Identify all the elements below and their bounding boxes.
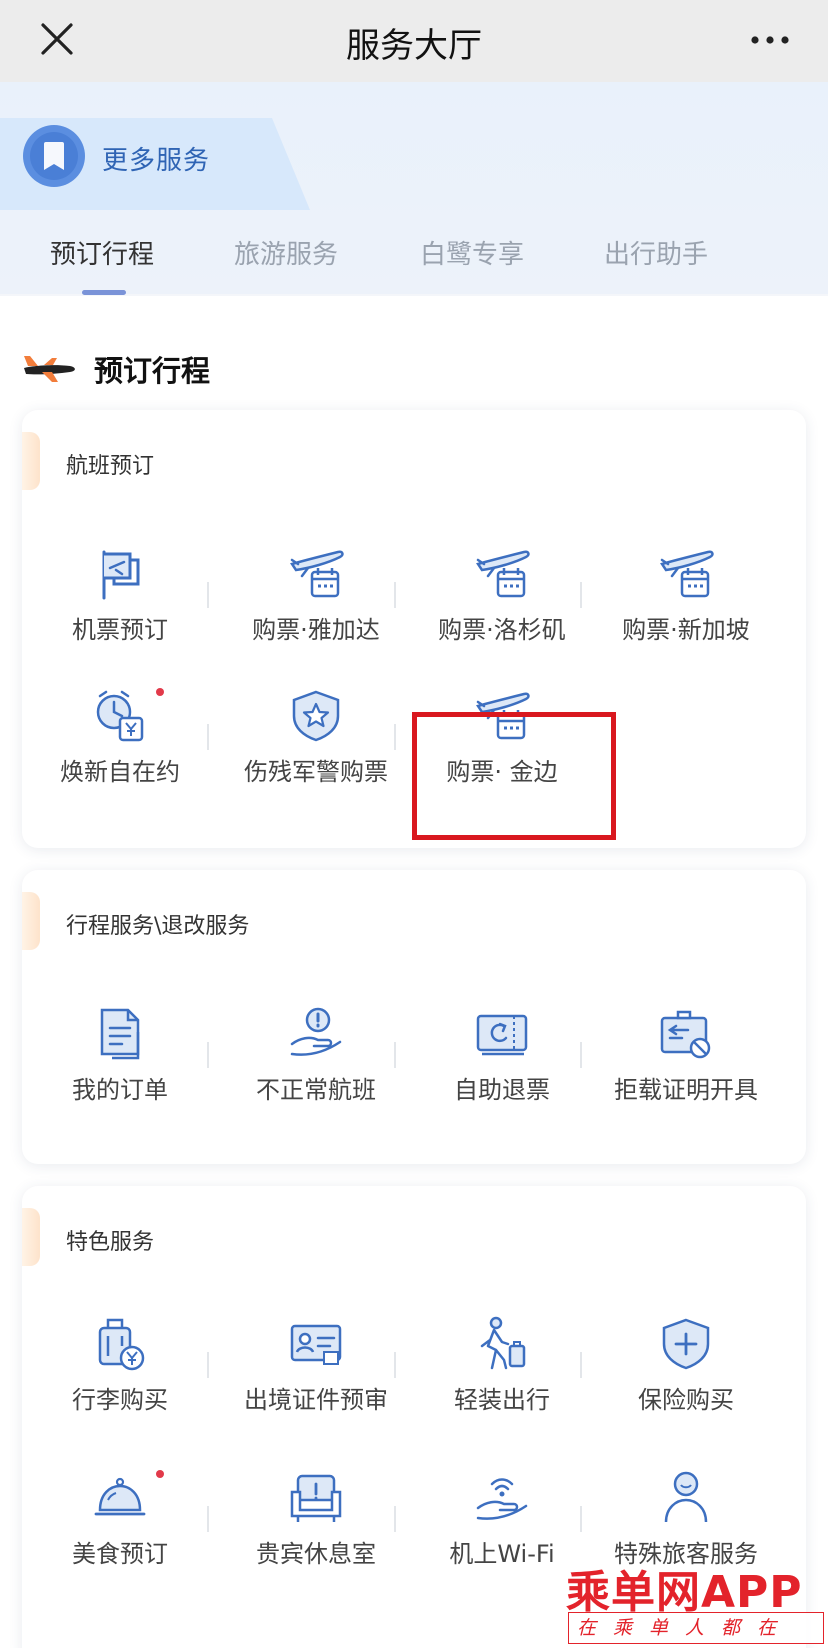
exit-document-precheck-item[interactable]: 出境证件预审 <box>218 1316 414 1426</box>
disabled-military-ticket-item[interactable]: 伤残军警购票 <box>218 688 414 798</box>
divider <box>394 724 396 750</box>
item-label: 购票·洛杉矶 <box>438 616 566 644</box>
divider <box>207 582 209 608</box>
airplane-icon <box>24 356 75 382</box>
card-title: 航班预订 <box>66 454 155 479</box>
shield-plus-icon <box>662 1318 710 1370</box>
more-options-icon[interactable] <box>750 30 790 50</box>
tab-bar: 预订行程 旅游服务 白鹭专享 出行助手 <box>0 208 828 294</box>
self-refund-item[interactable]: 自助退票 <box>404 1006 600 1116</box>
divider <box>580 1506 582 1532</box>
item-label: 美食预订 <box>72 1540 168 1568</box>
item-label: 我的订单 <box>72 1076 168 1104</box>
item-label: 不正常航班 <box>256 1076 376 1104</box>
flight-booking-item[interactable]: 机票预订 <box>22 546 218 656</box>
divider <box>207 1352 209 1378</box>
highlight-box <box>412 712 616 840</box>
watermark-slogan: 在乘单人都在用 <box>568 1612 824 1648</box>
buy-ticket-jakarta-item[interactable]: 购票·雅加达 <box>218 546 414 656</box>
divider <box>580 1352 582 1378</box>
certificate-ban-icon <box>660 1010 711 1059</box>
item-label: 保险购买 <box>638 1386 734 1414</box>
flag-plane-icon <box>102 550 140 600</box>
card-accent <box>22 1208 40 1266</box>
shield-star-icon <box>292 690 340 742</box>
irregular-flight-item[interactable]: 不正常航班 <box>218 1006 414 1116</box>
denied-boarding-certificate-item[interactable]: 拒载证明开具 <box>588 1006 784 1116</box>
section-header: 预订行程 <box>22 346 322 388</box>
document-icon <box>100 1008 140 1060</box>
item-label: 出境证件预审 <box>244 1386 388 1414</box>
buy-ticket-los-angeles-item[interactable]: 购票·洛杉矶 <box>404 546 600 656</box>
buy-ticket-singapore-item[interactable]: 购票·新加坡 <box>588 546 784 656</box>
item-label: 拒载证明开具 <box>614 1076 758 1104</box>
card-accent <box>22 892 40 950</box>
divider <box>394 1506 396 1532</box>
divider <box>580 1042 582 1068</box>
item-label: 轻装出行 <box>454 1386 550 1414</box>
plane-calendar-icon <box>290 550 344 598</box>
card-accent <box>22 432 40 490</box>
divider <box>394 582 396 608</box>
plane-calendar-icon <box>660 550 714 598</box>
item-label: 自助退票 <box>454 1076 550 1104</box>
watermark-logo: 乘单网APP <box>566 1567 803 1618</box>
person-icon <box>664 1471 708 1523</box>
divider <box>207 1042 209 1068</box>
luggage-yuan-icon <box>98 1318 145 1371</box>
divider <box>394 1352 396 1378</box>
tab-booking[interactable]: 预订行程 <box>50 234 154 271</box>
renew-appointment-item[interactable]: 焕新自在约 <box>22 688 218 798</box>
item-label: 贵宾休息室 <box>256 1540 376 1568</box>
item-label: 焕新自在约 <box>60 758 180 786</box>
clock-yuan-icon <box>96 690 144 742</box>
card-title: 行程服务\退改服务 <box>66 914 250 939</box>
hand-wifi-icon <box>476 1478 528 1520</box>
divider <box>394 1042 396 1068</box>
walker-luggage-icon <box>480 1316 526 1370</box>
trip-services-card: 行程服务\退改服务 我的订单 不正常航班 自助退票 拒载证明开具 <box>22 870 806 1164</box>
tab-travel-assistant[interactable]: 出行助手 <box>604 234 708 271</box>
active-tab-indicator <box>82 290 126 295</box>
armchair-icon <box>290 1474 342 1522</box>
hand-alert-icon <box>290 1007 342 1056</box>
tab-travel-services[interactable]: 旅游服务 <box>234 234 338 271</box>
item-label: 行李购买 <box>72 1386 168 1414</box>
insurance-purchase-item[interactable]: 保险购买 <box>588 1316 784 1426</box>
page-title: 服务大厅 <box>346 26 482 66</box>
ticket-refund-icon <box>476 1014 528 1056</box>
new-badge-dot <box>156 1470 164 1478</box>
item-label: 购票·新加坡 <box>622 616 750 644</box>
more-services-label: 更多服务 <box>102 146 211 176</box>
divider <box>207 724 209 750</box>
new-badge-dot <box>156 688 164 696</box>
section-title: 预订行程 <box>94 354 211 388</box>
watermark: 乘单网APP 在乘单人都在用 <box>566 1556 828 1648</box>
divider <box>207 1506 209 1532</box>
cloche-icon <box>94 1477 146 1516</box>
item-label: 购票·雅加达 <box>252 616 380 644</box>
tab-egret-exclusive[interactable]: 白鹭专享 <box>420 234 524 271</box>
item-label: 机票预订 <box>72 616 168 644</box>
light-travel-item[interactable]: 轻装出行 <box>404 1316 600 1426</box>
vip-lounge-item[interactable]: 贵宾休息室 <box>218 1470 414 1580</box>
id-card-icon <box>290 1324 342 1365</box>
meal-booking-item[interactable]: 美食预订 <box>22 1470 218 1580</box>
plane-calendar-icon <box>476 550 530 598</box>
luggage-purchase-item[interactable]: 行李购买 <box>22 1316 218 1426</box>
my-orders-item[interactable]: 我的订单 <box>22 1006 218 1116</box>
item-label: 伤残军警购票 <box>244 758 388 786</box>
top-bar: 服务大厅 <box>0 0 828 82</box>
divider <box>580 582 582 608</box>
card-title: 特色服务 <box>66 1230 155 1255</box>
